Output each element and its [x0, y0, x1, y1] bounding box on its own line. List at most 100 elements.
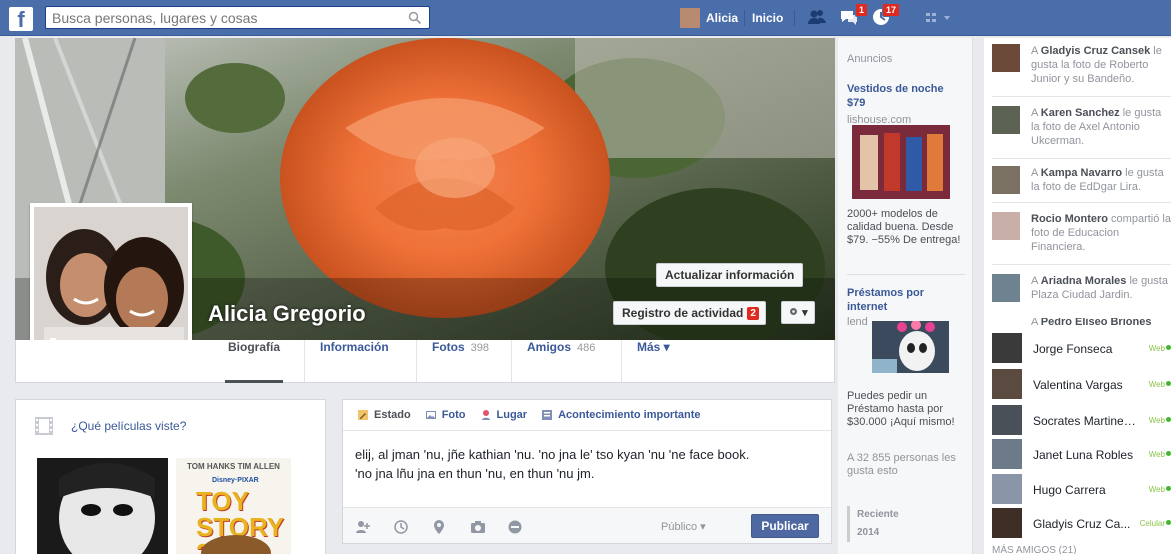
- photo-icon: [425, 411, 436, 419]
- online-dot: [1166, 451, 1171, 456]
- clock-icon[interactable]: [393, 519, 409, 535]
- avatar: [992, 44, 1020, 72]
- movie-poster[interactable]: TOM HANKS TIM ALLEN Disney·PIXAR TOY STO…: [176, 458, 291, 554]
- tab-mas[interactable]: Más ▾: [621, 340, 685, 382]
- tag-friends-icon[interactable]: [355, 519, 371, 535]
- composer-tab-life-event[interactable]: Acontecimiento importante: [541, 409, 700, 421]
- tab-amigos[interactable]: Amigos 486: [511, 340, 610, 382]
- home-link[interactable]: Inicio: [752, 11, 783, 25]
- location-icon[interactable]: [431, 519, 447, 535]
- activity-log-button[interactable]: Registro de actividad 2: [613, 301, 766, 325]
- chat-contact-name: Socrates Martinez...: [1033, 414, 1138, 428]
- divider: [992, 96, 1171, 97]
- ticker-item[interactable]: A Pedro Eliseo Briones: [992, 318, 1171, 326]
- tab-fotos[interactable]: Fotos 398: [416, 340, 504, 382]
- search-icon[interactable]: [408, 11, 422, 25]
- top-profile-link[interactable]: Alicia: [680, 8, 738, 28]
- chat-contact[interactable]: Socrates Martinez... Web: [992, 405, 1171, 435]
- publish-button[interactable]: Publicar: [751, 514, 819, 538]
- notifications-icon[interactable]: 17: [870, 3, 900, 28]
- facebook-logo-icon[interactable]: f: [9, 7, 33, 31]
- chat-status: Web: [1148, 416, 1165, 425]
- friend-requests-icon[interactable]: [806, 6, 828, 28]
- status-line: 'no jna lñu jna en thun 'nu, en thun 'nu…: [355, 466, 595, 481]
- chat-contact[interactable]: Janet Luna Robles Web: [992, 439, 1171, 469]
- ticker-text: A Gladyis Cruz Cansek le gusta la foto d…: [1031, 45, 1162, 85]
- chat-contact[interactable]: Jorge Fonseca Web: [992, 333, 1171, 363]
- tab-label: Acontecimiento importante: [558, 409, 701, 421]
- top-divider: [744, 10, 745, 26]
- ad-domain[interactable]: lend: [847, 316, 868, 328]
- more-friends-link[interactable]: MÁS AMIGOS (21): [992, 545, 1076, 554]
- activity-log-label: Registro de actividad: [622, 306, 744, 320]
- avatar: [992, 439, 1022, 469]
- ticker-item[interactable]: A Kampa Navarro le gusta la foto de EdDg…: [992, 164, 1171, 214]
- chat-status: Web: [1148, 344, 1165, 353]
- avatar: [992, 333, 1022, 363]
- divider: [992, 264, 1171, 265]
- avatar: [992, 212, 1020, 240]
- ticker-item[interactable]: A Ariadna Morales le gusta Plaza Ciudad …: [992, 272, 1171, 322]
- update-info-button[interactable]: Actualizar información: [656, 263, 804, 287]
- settings-icon[interactable]: [925, 11, 953, 25]
- chat-contact[interactable]: Gladyis Cruz Ca... Celular: [992, 508, 1171, 538]
- year-link[interactable]: Reciente: [857, 506, 967, 524]
- tab-label: Lugar: [496, 409, 528, 421]
- chevron-down-icon: ▾: [802, 307, 808, 319]
- profile-name[interactable]: Alicia Gregorio: [208, 301, 366, 327]
- messages-icon[interactable]: 1: [838, 3, 868, 28]
- messages-badge: 1: [854, 3, 868, 17]
- online-dot: [1166, 486, 1171, 491]
- avatar: [992, 106, 1020, 134]
- activity-log-badge: 2: [747, 306, 759, 320]
- tab-label: Estado: [374, 409, 411, 421]
- ticker-item[interactable]: Rocio Montero compartió la foto de Educa…: [992, 210, 1171, 260]
- composer-tab-estado[interactable]: Estado: [357, 409, 411, 421]
- ads-header: Anuncios: [847, 53, 893, 65]
- camera-icon[interactable]: [470, 519, 486, 535]
- year-link[interactable]: 2014: [857, 524, 967, 542]
- feeling-icon[interactable]: [507, 519, 523, 535]
- ticker-item[interactable]: A Karen Sanchez le gusta la foto de Axel…: [992, 104, 1171, 154]
- chat-status: Celular: [1139, 519, 1165, 528]
- composer-tab-foto[interactable]: Foto: [425, 409, 466, 421]
- top-user-name: Alicia: [706, 11, 739, 25]
- tab-label: Más ▾: [637, 340, 670, 354]
- privacy-selector[interactable]: Público ▾: [661, 520, 706, 533]
- composer-tab-lugar[interactable]: Lugar: [480, 409, 528, 421]
- ad-image[interactable]: [852, 125, 950, 199]
- chat-contact[interactable]: Hugo Carrera Web: [992, 474, 1171, 504]
- ad-title[interactable]: Préstamos por internet: [847, 286, 962, 314]
- chat-contact-name: Gladyis Cruz Ca...: [1033, 517, 1131, 531]
- ad-title[interactable]: Vestidos de noche $79: [847, 82, 962, 110]
- status-input[interactable]: elij, al jman 'nu, jñe kathian 'nu. 'no …: [355, 445, 815, 483]
- movies-question[interactable]: ¿Qué películas viste?: [71, 419, 186, 433]
- tab-label: Foto: [441, 409, 466, 421]
- ads-column: Anuncios Vestidos de noche $79 lishouse.…: [838, 38, 973, 554]
- composer-tabs: Estado Foto Lugar Acontecimiento importa…: [343, 400, 831, 431]
- gear-icon: [790, 308, 797, 315]
- avatar: [992, 369, 1022, 399]
- top-divider: [794, 10, 795, 26]
- ad-body: 2000+ modelos de calidad buena. Desde $7…: [847, 208, 961, 246]
- ticker-item[interactable]: A Gladyis Cruz Cansek le gusta la foto d…: [992, 42, 1171, 92]
- ad-divider: [847, 274, 965, 275]
- online-dot: [1166, 520, 1171, 525]
- search-input[interactable]: [46, 7, 396, 28]
- avatar: [992, 274, 1020, 302]
- tab-biografia[interactable]: Biografía: [213, 340, 295, 383]
- avatar: [992, 474, 1022, 504]
- profile-settings-button[interactable]: ▾: [781, 301, 815, 324]
- ticker-text: Rocio Montero compartió la foto de Educa…: [1031, 213, 1171, 253]
- chat-status: Web: [1148, 450, 1165, 459]
- chat-contact-name: Hugo Carrera: [1033, 483, 1106, 497]
- avatar: [992, 405, 1022, 435]
- online-dot: [1166, 381, 1171, 386]
- ad-image[interactable]: [872, 321, 949, 373]
- tab-informacion[interactable]: Información: [304, 340, 404, 382]
- chat-contact-name: Valentina Vargas: [1033, 378, 1123, 392]
- search-box: [45, 6, 430, 29]
- movie-poster[interactable]: [37, 458, 168, 554]
- chat-contact[interactable]: Valentina Vargas Web: [992, 369, 1171, 399]
- tab-count: 398: [470, 342, 490, 354]
